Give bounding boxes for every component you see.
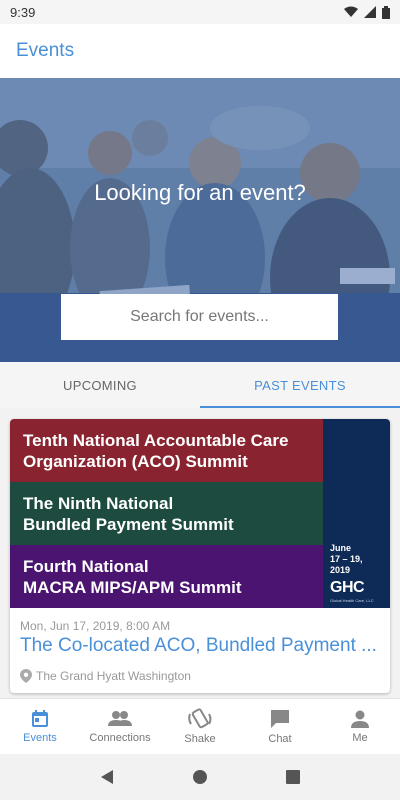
person-icon	[351, 710, 369, 728]
wifi-icon	[344, 6, 358, 17]
shake-icon	[188, 708, 212, 729]
status-time: 9:39	[10, 4, 36, 20]
banner-text: Fourth National	[23, 556, 149, 576]
recents-icon[interactable]	[285, 769, 301, 785]
ghc-logo-tagline: Global Health Care, LLC	[330, 598, 374, 603]
banner-band-bundled: The Ninth National Bundled Payment Summi…	[10, 482, 323, 545]
home-icon[interactable]	[192, 769, 208, 785]
chat-icon	[271, 710, 289, 728]
event-location-text: The Grand Hyatt Washington	[36, 669, 191, 683]
banner-date: June 17 – 19, 2019	[330, 543, 363, 576]
people-icon	[108, 711, 132, 726]
signal-icon	[364, 6, 376, 18]
banner-text: Organization (ACO) Summit	[23, 451, 248, 471]
banner-date-days: 17 – 19,	[330, 554, 363, 564]
event-datetime: Mon, Jun 17, 2019, 8:00 AM	[20, 619, 171, 633]
hero-banner: Looking for an event?	[0, 78, 400, 362]
banner-band-aco: Tenth National Accountable Care Organiza…	[10, 419, 323, 482]
location-pin-icon	[20, 669, 32, 683]
event-tabs: UPCOMING PAST EVENTS	[0, 362, 400, 408]
nav-label: Events	[23, 732, 57, 744]
nav-chat[interactable]: Chat	[240, 699, 320, 754]
ghc-logo: GHC	[330, 579, 365, 596]
banner-side-panel: June 17 – 19, 2019 GHC Global Health Car…	[323, 419, 390, 608]
banner-text: Bundled Payment Summit	[23, 514, 234, 534]
banner-text: Tenth National Accountable Care	[23, 430, 289, 450]
system-navigation-bar	[0, 754, 400, 800]
banner-date-month: June	[330, 543, 352, 553]
banner-band-macra: Fourth National MACRA MIPS/APM Summit	[10, 545, 323, 608]
back-icon[interactable]	[99, 769, 115, 785]
tab-past-events[interactable]: PAST EVENTS	[200, 362, 400, 408]
event-location: The Grand Hyatt Washington	[20, 669, 191, 683]
nav-label: Chat	[268, 733, 292, 745]
event-card[interactable]: Tenth National Accountable Care Organiza…	[10, 419, 390, 693]
status-bar: 9:39	[0, 0, 400, 24]
hero-heading: Looking for an event?	[94, 180, 306, 205]
banner-date-year: 2019	[330, 565, 351, 575]
nav-label: Shake	[184, 733, 216, 745]
calendar-icon	[32, 710, 48, 727]
event-search-input[interactable]	[61, 294, 338, 340]
nav-events[interactable]: Events	[0, 699, 80, 754]
banner-text: The Ninth National	[23, 493, 174, 513]
bottom-navigation: Events Connections Shake Chat Me	[0, 698, 400, 754]
nav-connections[interactable]: Connections	[80, 699, 160, 754]
battery-icon	[382, 5, 390, 19]
nav-shake[interactable]: Shake	[160, 699, 240, 754]
app-bar: Events	[0, 24, 400, 78]
status-icons	[344, 5, 390, 19]
nav-label: Me	[352, 732, 368, 744]
nav-me[interactable]: Me	[320, 699, 400, 754]
page-title: Events	[16, 40, 75, 61]
tab-upcoming[interactable]: UPCOMING	[0, 362, 200, 408]
event-list: Tenth National Accountable Care Organiza…	[0, 408, 400, 698]
event-title[interactable]: The Co-located ACO, Bundled Payment ...	[20, 635, 380, 657]
nav-label: Connections	[89, 732, 151, 744]
banner-text: MACRA MIPS/APM Summit	[23, 577, 242, 597]
event-banner: Tenth National Accountable Care Organiza…	[10, 419, 390, 608]
